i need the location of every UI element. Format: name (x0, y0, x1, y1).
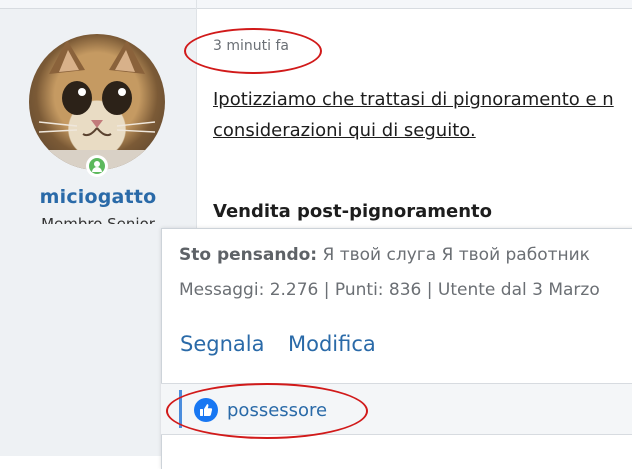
author-username[interactable]: miciogatto (0, 186, 196, 208)
post-body: Ipotizziamo che trattasi di pignoramento… (213, 84, 632, 146)
post-body-line: Ipotizziamo che trattasi di pignoramento… (213, 89, 614, 110)
post-section-heading: Vendita post-pignoramento (213, 201, 492, 222)
member-stats: Messaggi: 2.276 | Punti: 836 | Utente da… (179, 280, 600, 300)
thinking-text: Я твой слуга Я твой работник (317, 245, 590, 265)
author-title: Membro Senior (41, 215, 155, 224)
online-status-badge (86, 155, 108, 177)
cat-avatar-image (29, 40, 165, 170)
annotation-circle-timestamp (184, 28, 322, 74)
user-online-icon (89, 158, 105, 174)
thinking-label: Sto pensando: (179, 245, 318, 265)
annotation-circle-reaction (166, 383, 368, 439)
thinking-status: Sto pensando: Я твой слуга Я твой работн… (179, 245, 590, 265)
post-body-line: considerazioni qui di seguito. (213, 120, 476, 141)
avatar[interactable] (29, 34, 165, 170)
top-strip (0, 0, 632, 9)
edit-link[interactable]: Modifica (288, 332, 376, 356)
report-link[interactable]: Segnala (180, 332, 264, 356)
